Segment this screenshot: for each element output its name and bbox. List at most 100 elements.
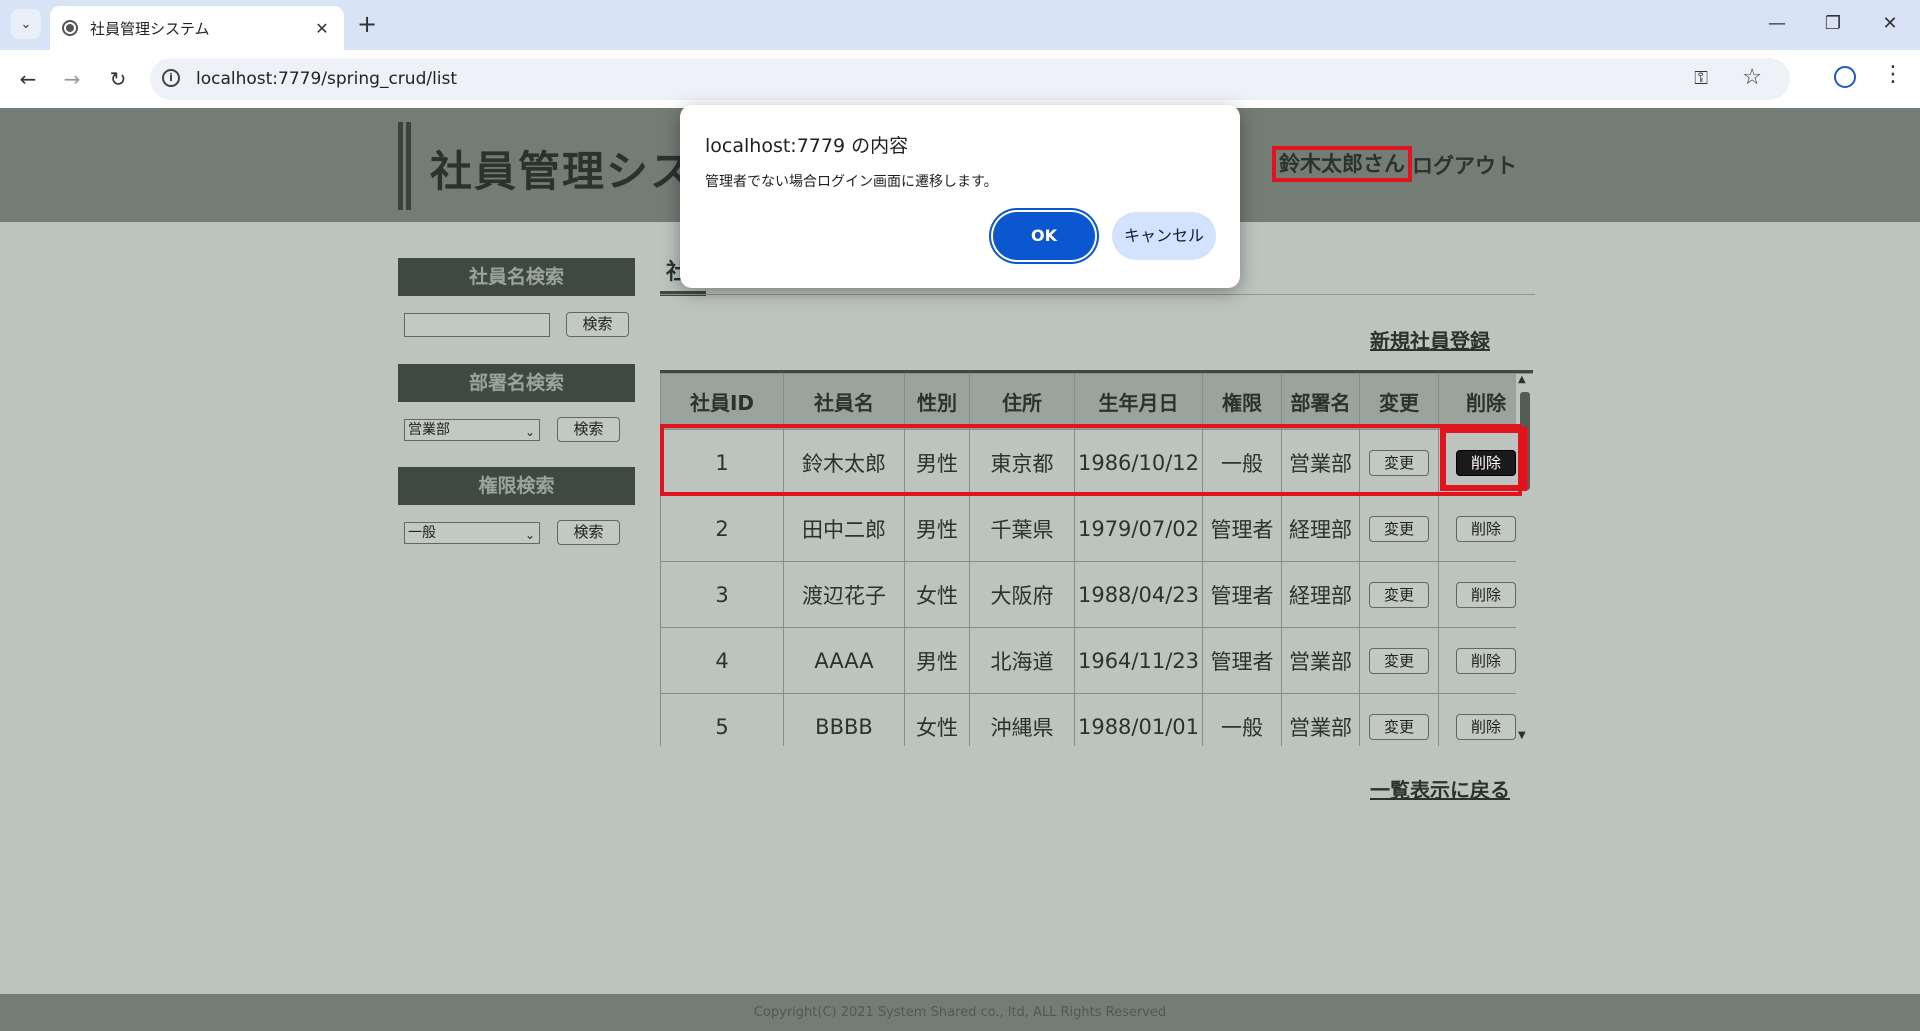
cell-birth: 1964/11/23 (1074, 627, 1203, 694)
site-title: 社員管理シス (430, 147, 695, 196)
cell-role: 管理者 (1202, 495, 1282, 562)
reload-icon[interactable]: ↻ (103, 64, 133, 94)
logout-link[interactable]: ログアウト (1412, 150, 1517, 180)
restore-button[interactable]: ❐ (1813, 10, 1853, 38)
cell-name: 鈴木太郎 (783, 429, 905, 496)
edit-button[interactable]: 変更 (1369, 582, 1429, 608)
tab-close-icon[interactable]: ✕ (310, 19, 334, 38)
new-tab-button[interactable]: + (353, 10, 381, 38)
dept-select[interactable]: 営業部 ⌄ (404, 419, 540, 441)
password-key-icon[interactable]: ⚿ (1694, 68, 1708, 89)
scroll-up-icon[interactable]: ▲ (1518, 374, 1526, 385)
username-label: 鈴木太郎さん (1272, 146, 1412, 182)
role-search-heading: 権限検索 (398, 467, 635, 505)
cell-edit: 変更 (1359, 495, 1439, 562)
cell-dept: 経理部 (1281, 561, 1360, 628)
cell-role: 一般 (1202, 693, 1282, 746)
cell-role: 一般 (1202, 429, 1282, 496)
name-search-button[interactable]: 検索 (566, 312, 629, 337)
dialog-title: localhost:7779 の内容 (705, 135, 909, 157)
menu-kebab-icon[interactable]: ⋮ (1882, 62, 1904, 87)
site-info-icon[interactable]: i (162, 69, 180, 87)
cell-address: 千葉県 (969, 495, 1075, 562)
edit-button[interactable]: 変更 (1369, 450, 1429, 476)
cell-dept: 営業部 (1281, 627, 1360, 694)
delete-button[interactable]: 削除 (1456, 450, 1516, 476)
cell-role: 管理者 (1202, 627, 1282, 694)
cell-address: 東京都 (969, 429, 1075, 496)
cell-birth: 1988/01/01 (1074, 693, 1203, 746)
column-header: 住所 (969, 373, 1075, 430)
column-header: 部署名 (1281, 373, 1360, 430)
cell-edit: 変更 (1359, 561, 1439, 628)
name-search-input[interactable] (404, 313, 550, 337)
cell-edit: 変更 (1359, 429, 1439, 496)
edit-button[interactable]: 変更 (1369, 714, 1429, 740)
column-header: 性別 (904, 373, 970, 430)
cell-id: 1 (660, 429, 784, 496)
cell-address: 沖縄県 (969, 693, 1075, 746)
edit-button[interactable]: 変更 (1369, 516, 1429, 542)
chevron-down-icon: ⌄ (524, 528, 535, 542)
cell-birth: 1979/07/02 (1074, 495, 1203, 562)
cell-name: 渡辺花子 (783, 561, 905, 628)
cell-dept: 経理部 (1281, 495, 1360, 562)
cell-address: 大阪府 (969, 561, 1075, 628)
minimize-button[interactable]: — (1757, 10, 1797, 38)
table-row: 1 鈴木太郎 男性 東京都 1986/10/12 一般 営業部 変更 削除 (660, 429, 1533, 496)
cell-name: 田中二郎 (783, 495, 905, 562)
address-bar[interactable]: i localhost:7779/spring_crud/list ⚿ ☆ (150, 58, 1790, 100)
new-employee-link[interactable]: 新規社員登録 (1370, 325, 1490, 354)
cell-gender: 男性 (904, 627, 970, 694)
browser-toolbar: ← → ↻ i localhost:7779/spring_crud/list … (0, 50, 1920, 108)
url-text[interactable]: localhost:7779/spring_crud/list (196, 69, 457, 89)
role-select[interactable]: 一般 ⌄ (404, 522, 540, 544)
browser-tab[interactable]: 社員管理システム ✕ (50, 6, 344, 50)
cancel-button[interactable]: キャンセル (1112, 212, 1216, 260)
chevron-down-icon: ⌄ (524, 425, 535, 439)
table-header-row: 社員ID 社員名 性別 住所 生年月日 権限 部署名 変更 削除 (660, 373, 1533, 430)
profile-icon[interactable] (1834, 66, 1856, 88)
column-header: 権限 (1202, 373, 1282, 430)
table-row: 4 AAAA 男性 北海道 1964/11/23 管理者 営業部 変更 削除 (660, 627, 1533, 694)
globe-icon (62, 20, 78, 36)
tab-search-button[interactable]: ⌄ (11, 9, 41, 39)
header-decoration-bar (398, 122, 403, 210)
cell-edit: 変更 (1359, 693, 1439, 746)
cell-dept: 営業部 (1281, 429, 1360, 496)
cell-gender: 女性 (904, 561, 970, 628)
scroll-down-icon[interactable]: ▼ (1518, 730, 1526, 741)
scrollbar-thumb[interactable] (1520, 392, 1530, 490)
cell-birth: 1988/04/23 (1074, 561, 1203, 628)
cell-gender: 男性 (904, 429, 970, 496)
cell-address: 北海道 (969, 627, 1075, 694)
edit-button[interactable]: 変更 (1369, 648, 1429, 674)
dept-search-button[interactable]: 検索 (557, 417, 620, 442)
cell-birth: 1986/10/12 (1074, 429, 1203, 496)
dialog-message: 管理者でない場合ログイン画面に遷移します。 (705, 174, 998, 190)
delete-button[interactable]: 削除 (1456, 648, 1516, 674)
ok-button[interactable]: OK (993, 212, 1095, 260)
chevron-down-icon: ⌄ (20, 16, 32, 32)
forward-arrow-icon[interactable]: → (57, 64, 87, 94)
window-close-button[interactable]: ✕ (1870, 10, 1910, 38)
cell-gender: 女性 (904, 693, 970, 746)
dept-select-value: 営業部 (408, 422, 450, 438)
cell-gender: 男性 (904, 495, 970, 562)
delete-button[interactable]: 削除 (1456, 714, 1516, 740)
column-header: 社員ID (660, 373, 784, 430)
column-header: 変更 (1359, 373, 1439, 430)
footer: Copyright(C) 2021 System Shared co., ltd… (0, 994, 1920, 1031)
cell-role: 管理者 (1202, 561, 1282, 628)
employee-table-container: 社員ID 社員名 性別 住所 生年月日 権限 部署名 変更 削除 1 鈴木太郎 … (660, 370, 1533, 746)
table-row: 2 田中二郎 男性 千葉県 1979/07/02 管理者 経理部 変更 削除 (660, 495, 1533, 562)
back-arrow-icon[interactable]: ← (13, 64, 43, 94)
delete-button[interactable]: 削除 (1456, 516, 1516, 542)
role-search-button[interactable]: 検索 (557, 520, 620, 545)
bookmark-star-icon[interactable]: ☆ (1742, 65, 1762, 90)
back-to-list-link[interactable]: 一覧表示に戻る (1370, 774, 1510, 803)
delete-button[interactable]: 削除 (1456, 582, 1516, 608)
cell-name: AAAA (783, 627, 905, 694)
employee-table: 社員ID 社員名 性別 住所 生年月日 権限 部署名 変更 削除 1 鈴木太郎 … (660, 373, 1533, 746)
cell-name: BBBB (783, 693, 905, 746)
